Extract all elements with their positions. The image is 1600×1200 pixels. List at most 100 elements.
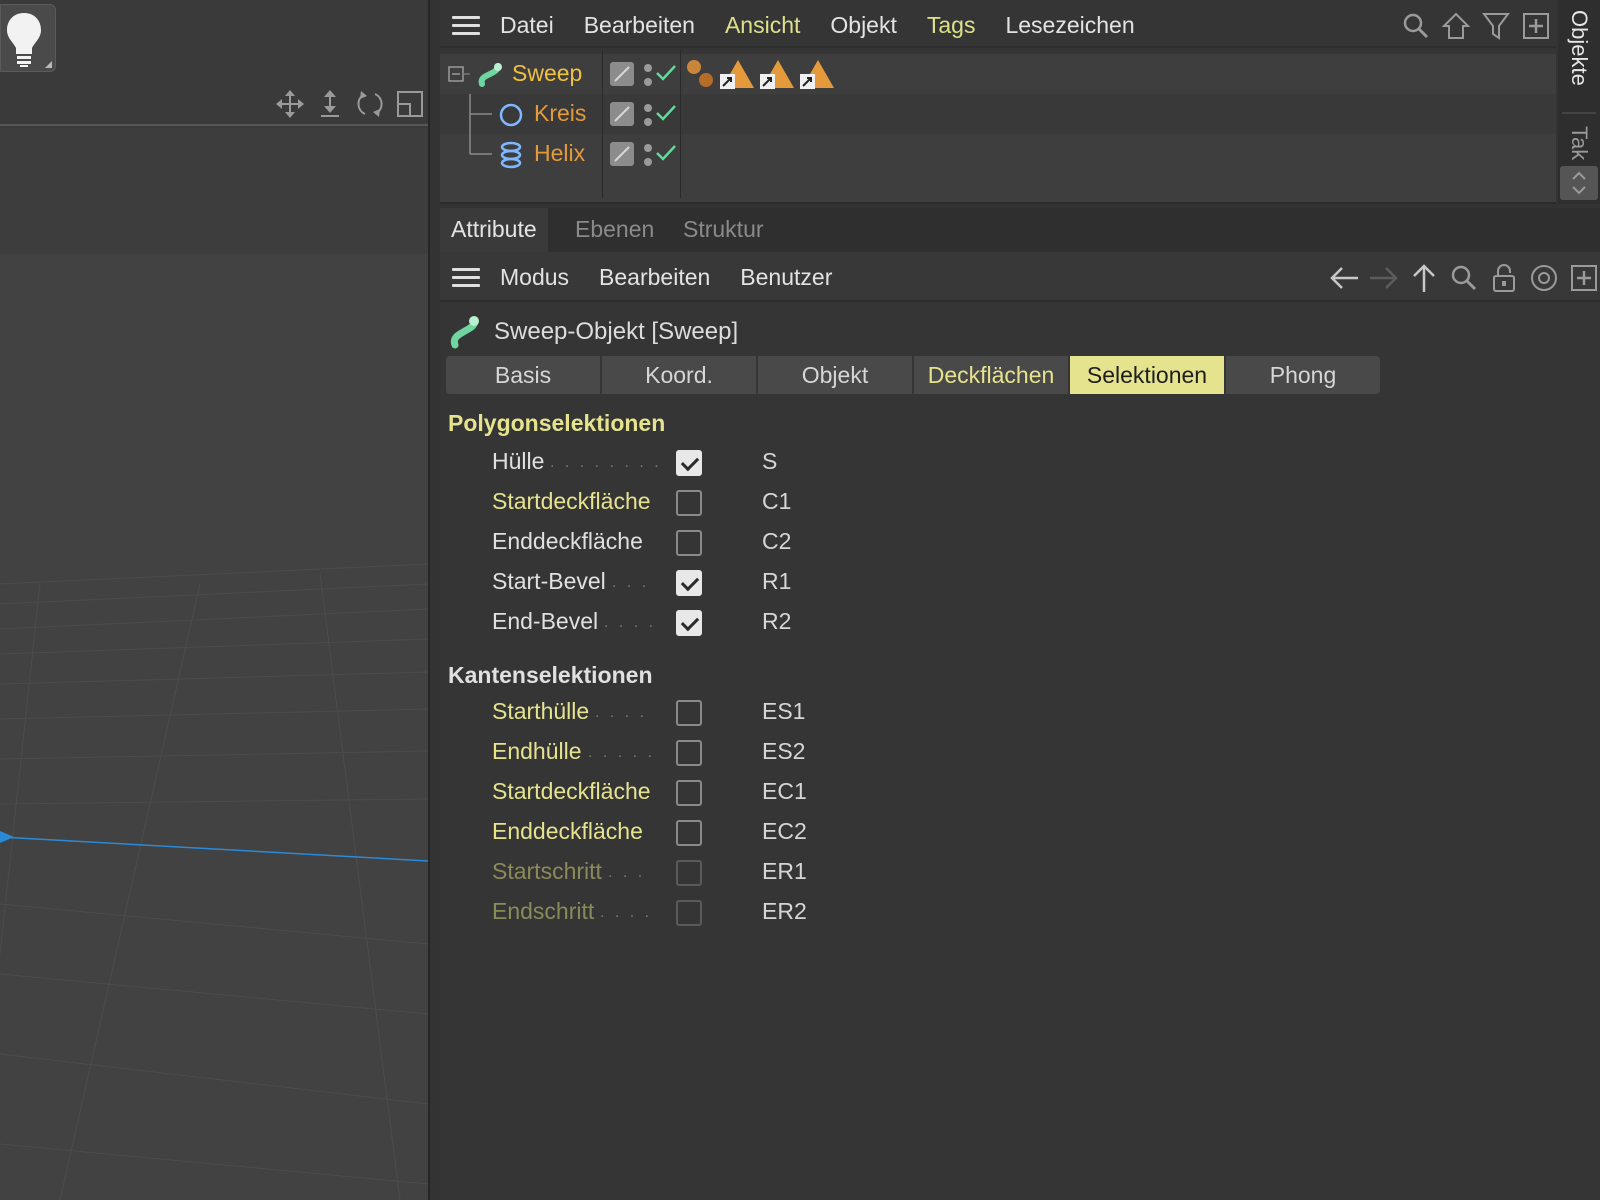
parameter-checkbox[interactable] bbox=[676, 740, 702, 766]
column-separator bbox=[602, 50, 603, 198]
forward-arrow-icon[interactable] bbox=[1368, 262, 1400, 294]
selection-tag-name: R1 bbox=[762, 568, 792, 594]
selection-tag-name: ER1 bbox=[762, 858, 807, 884]
attribute-manager-menubar: Modus Bearbeiten Benutzer bbox=[440, 252, 1600, 302]
tree-row-kreis[interactable]: Kreis bbox=[440, 94, 1556, 134]
search-icon[interactable] bbox=[1448, 262, 1480, 294]
object-name-kreis[interactable]: Kreis bbox=[534, 100, 586, 127]
side-tab-takes[interactable]: Tak bbox=[1566, 126, 1592, 160]
polygon-selection-row: Start-Bevel . . . R1 bbox=[492, 568, 1192, 600]
parameter-checkbox[interactable] bbox=[676, 700, 702, 726]
side-tab-divider bbox=[1562, 112, 1596, 114]
new-window-icon[interactable] bbox=[1520, 10, 1552, 42]
back-arrow-icon[interactable] bbox=[1328, 262, 1360, 294]
polygon-selection-row: End-Bevel . . . . R2 bbox=[492, 608, 1192, 640]
edge-selection-row: Endschritt . . . . ER2 bbox=[492, 898, 1192, 930]
tab-attribute[interactable]: Attribute bbox=[440, 208, 548, 252]
tab-ebenen[interactable]: Ebenen bbox=[564, 208, 665, 252]
floor-grid bbox=[0, 563, 428, 1200]
side-tab-objekte[interactable]: Objekte bbox=[1566, 10, 1592, 86]
helix-spline-icon bbox=[500, 141, 522, 169]
polygon-selection-row: Enddeckfläche C2 bbox=[492, 528, 1192, 560]
menu-ansicht[interactable]: Ansicht bbox=[725, 12, 800, 39]
selection-tag-icon-3[interactable] bbox=[800, 58, 836, 90]
menu-lesezeichen[interactable]: Lesezeichen bbox=[1005, 12, 1134, 39]
parameter-checkbox[interactable] bbox=[676, 570, 702, 596]
search-icon[interactable] bbox=[1400, 10, 1432, 42]
edge-selection-row: Startdeckfläche EC1 bbox=[492, 778, 1192, 810]
edit-layer-icon[interactable] bbox=[610, 102, 634, 126]
selection-tag-name: C1 bbox=[762, 488, 792, 514]
hamburger-menu-icon[interactable] bbox=[452, 268, 480, 288]
render-button[interactable] bbox=[0, 4, 56, 72]
lock-icon[interactable] bbox=[1488, 262, 1520, 294]
parameter-label: Startdeckfläche bbox=[492, 778, 651, 804]
dropdown-corner-icon bbox=[45, 61, 52, 68]
side-tab-scroll-button[interactable] bbox=[1560, 166, 1598, 200]
zoom-view-icon[interactable] bbox=[314, 88, 346, 120]
parameter-checkbox[interactable] bbox=[676, 780, 702, 806]
hamburger-menu-icon[interactable] bbox=[452, 16, 480, 36]
viewport-canvas[interactable] bbox=[0, 254, 428, 1200]
subtab-phong[interactable]: Phong bbox=[1226, 356, 1380, 394]
enabled-check-icon[interactable] bbox=[654, 142, 678, 164]
menu-datei[interactable]: Datei bbox=[500, 12, 554, 39]
menu-benutzer[interactable]: Benutzer bbox=[740, 264, 832, 291]
subtab-deckflaechen[interactable]: Deckflächen bbox=[914, 356, 1068, 394]
selection-tag-name: ES2 bbox=[762, 738, 806, 764]
label-leader-dots: . . . bbox=[608, 864, 646, 881]
enabled-check-icon[interactable] bbox=[654, 102, 678, 124]
home-icon[interactable] bbox=[1440, 10, 1472, 42]
parameter-label: Start-Bevel bbox=[492, 568, 606, 594]
label-leader-dots: . . . . . bbox=[588, 744, 656, 761]
object-name-sweep[interactable]: Sweep bbox=[512, 60, 582, 87]
parameter-label: Enddeckfläche bbox=[492, 818, 643, 844]
subtab-basis[interactable]: Basis bbox=[446, 356, 600, 394]
menu-tags[interactable]: Tags bbox=[927, 12, 976, 39]
parameter-label: Startdeckfläche bbox=[492, 488, 651, 514]
parameter-checkbox bbox=[676, 860, 702, 886]
parameter-checkbox[interactable] bbox=[676, 450, 702, 476]
label-leader-dots: . . . . bbox=[604, 614, 657, 631]
subtab-koord[interactable]: Koord. bbox=[602, 356, 756, 394]
subtab-objekt[interactable]: Objekt bbox=[758, 356, 912, 394]
tree-row-sweep[interactable]: Sweep bbox=[440, 54, 1556, 94]
parameter-checkbox[interactable] bbox=[676, 610, 702, 636]
parameter-checkbox[interactable] bbox=[676, 530, 702, 556]
rotate-view-icon[interactable] bbox=[354, 88, 386, 120]
edge-selection-row: Starthülle . . . . ES1 bbox=[492, 698, 1192, 730]
object-name-helix[interactable]: Helix bbox=[534, 140, 585, 167]
edit-layer-icon[interactable] bbox=[610, 142, 634, 166]
new-window-icon[interactable] bbox=[1568, 262, 1600, 294]
selection-tag-icon-1[interactable] bbox=[720, 58, 756, 90]
material-tag-icon[interactable] bbox=[684, 58, 718, 90]
tab-struktur[interactable]: Struktur bbox=[672, 208, 775, 252]
enabled-check-icon[interactable] bbox=[654, 62, 678, 84]
selection-tag-icon-2[interactable] bbox=[760, 58, 796, 90]
sweep-icon bbox=[450, 316, 479, 349]
label-leader-dots: . . . . bbox=[600, 904, 653, 921]
sweep-icon bbox=[478, 63, 502, 87]
menu-objekt[interactable]: Objekt bbox=[830, 12, 896, 39]
menu-modus[interactable]: Modus bbox=[500, 264, 569, 291]
selection-tag-name: ES1 bbox=[762, 698, 806, 724]
edit-layer-icon[interactable] bbox=[610, 62, 634, 86]
parameter-checkbox[interactable] bbox=[676, 820, 702, 846]
filter-icon[interactable] bbox=[1480, 10, 1512, 42]
target-icon[interactable] bbox=[1528, 262, 1560, 294]
tree-row-helix[interactable]: Helix bbox=[440, 134, 1556, 174]
object-manager: Datei Bearbeiten Ansicht Objekt Tags Les… bbox=[440, 0, 1556, 204]
subtab-selektionen[interactable]: Selektionen bbox=[1070, 356, 1224, 394]
maximize-view-icon[interactable] bbox=[394, 88, 426, 120]
collapse-toggle-icon[interactable] bbox=[448, 62, 470, 86]
parameter-checkbox[interactable] bbox=[676, 490, 702, 516]
polygon-selection-row: Startdeckfläche C1 bbox=[492, 488, 1192, 520]
label-leader-dots: . . . . . . . . bbox=[550, 454, 662, 471]
menu-bearbeiten[interactable]: Bearbeiten bbox=[599, 264, 710, 291]
up-arrow-icon[interactable] bbox=[1408, 262, 1440, 294]
cinema4d-window: Datei Bearbeiten Ansicht Objekt Tags Les… bbox=[0, 0, 1600, 1200]
parameter-label: End-Bevel bbox=[492, 608, 599, 634]
menu-bearbeiten[interactable]: Bearbeiten bbox=[584, 12, 695, 39]
move-view-icon[interactable] bbox=[274, 88, 306, 120]
parameter-checkbox bbox=[676, 900, 702, 926]
